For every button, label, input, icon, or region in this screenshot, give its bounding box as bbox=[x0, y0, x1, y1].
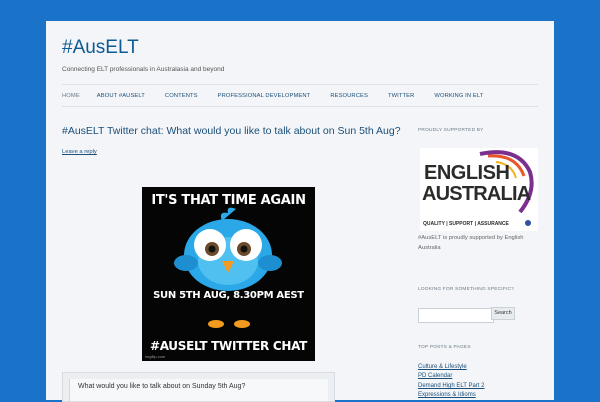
meme-credit: imgflip.com bbox=[145, 354, 166, 359]
nav-home[interactable]: HOME bbox=[62, 93, 80, 99]
main-nav: HOME ABOUT #AUSELT CONTENTS PROFESSIONAL… bbox=[62, 84, 538, 107]
english-australia-logo[interactable]: ENGLISH AUSTRALIA QUALITY | SUPPORT | AS… bbox=[420, 148, 538, 231]
site-title[interactable]: #AusELT bbox=[62, 37, 139, 59]
top-post-link[interactable]: Expressions & Idioms bbox=[418, 392, 476, 398]
meme-line-3: #AUSELT TWITTER CHAT bbox=[149, 339, 308, 353]
top-post-link[interactable]: PD Calendar bbox=[418, 373, 452, 379]
supported-by-text: #AusELT is proudly supported by English … bbox=[418, 235, 524, 251]
top-post-link[interactable]: Culture & Lifestyle bbox=[418, 364, 467, 370]
list-item: PD Calendar bbox=[418, 372, 484, 381]
logo-line-1: ENGLISH bbox=[424, 162, 510, 184]
logo-tagline: QUALITY | SUPPORT | ASSURANCE bbox=[423, 221, 509, 227]
nav-resources[interactable]: RESOURCES bbox=[330, 93, 368, 99]
meme-line-2: SUN 5TH AUG, 8.30PM AEST bbox=[153, 290, 304, 301]
supported-by-heading: PROUDLY SUPPORTED BY bbox=[418, 128, 484, 133]
twitter-bird-icon bbox=[174, 207, 282, 328]
search-heading: LOOKING FOR SOMETHING SPECIFIC? bbox=[418, 287, 515, 292]
twitter-chat-meme-image: IT'S THAT TIME AGAIN SUN 5TH AUG, 8.30PM… bbox=[142, 187, 315, 361]
nav-twitter[interactable]: TWITTER bbox=[388, 93, 414, 99]
nav-contents[interactable]: CONTENTS bbox=[165, 93, 198, 99]
nav-working-in-elt[interactable]: WORKING IN ELT bbox=[434, 93, 483, 99]
top-post-link[interactable]: Demand High ELT Part 2 bbox=[418, 383, 484, 389]
list-item: Expressions & Idioms bbox=[418, 391, 484, 400]
list-item: Culture & Lifestyle bbox=[418, 363, 484, 372]
logo-line-2: AUSTRALIA bbox=[422, 183, 531, 205]
nav-professional-development[interactable]: PROFESSIONAL DEVELOPMENT bbox=[218, 93, 311, 99]
post-title[interactable]: #AusELT Twitter chat: What would you lik… bbox=[62, 125, 402, 137]
top-posts-list: Culture & Lifestyle PD Calendar Demand H… bbox=[418, 363, 484, 401]
page-container: #AusELT Connecting ELT professionals in … bbox=[46, 21, 554, 402]
search-button[interactable]: Search bbox=[491, 307, 515, 320]
site-description: Connecting ELT professionals in Australa… bbox=[62, 66, 225, 73]
list-item: Demand High ELT Part 2 bbox=[418, 382, 484, 391]
post-quote-box: What would you like to talk about on Sun… bbox=[62, 372, 335, 402]
leave-reply-link[interactable]: Leave a reply bbox=[62, 149, 97, 155]
search-input[interactable] bbox=[418, 308, 494, 323]
post-quote: What would you like to talk about on Sun… bbox=[69, 379, 328, 401]
nav-about[interactable]: ABOUT #AUSELT bbox=[97, 93, 145, 99]
top-posts-heading: TOP POSTS & PAGES bbox=[418, 345, 471, 350]
